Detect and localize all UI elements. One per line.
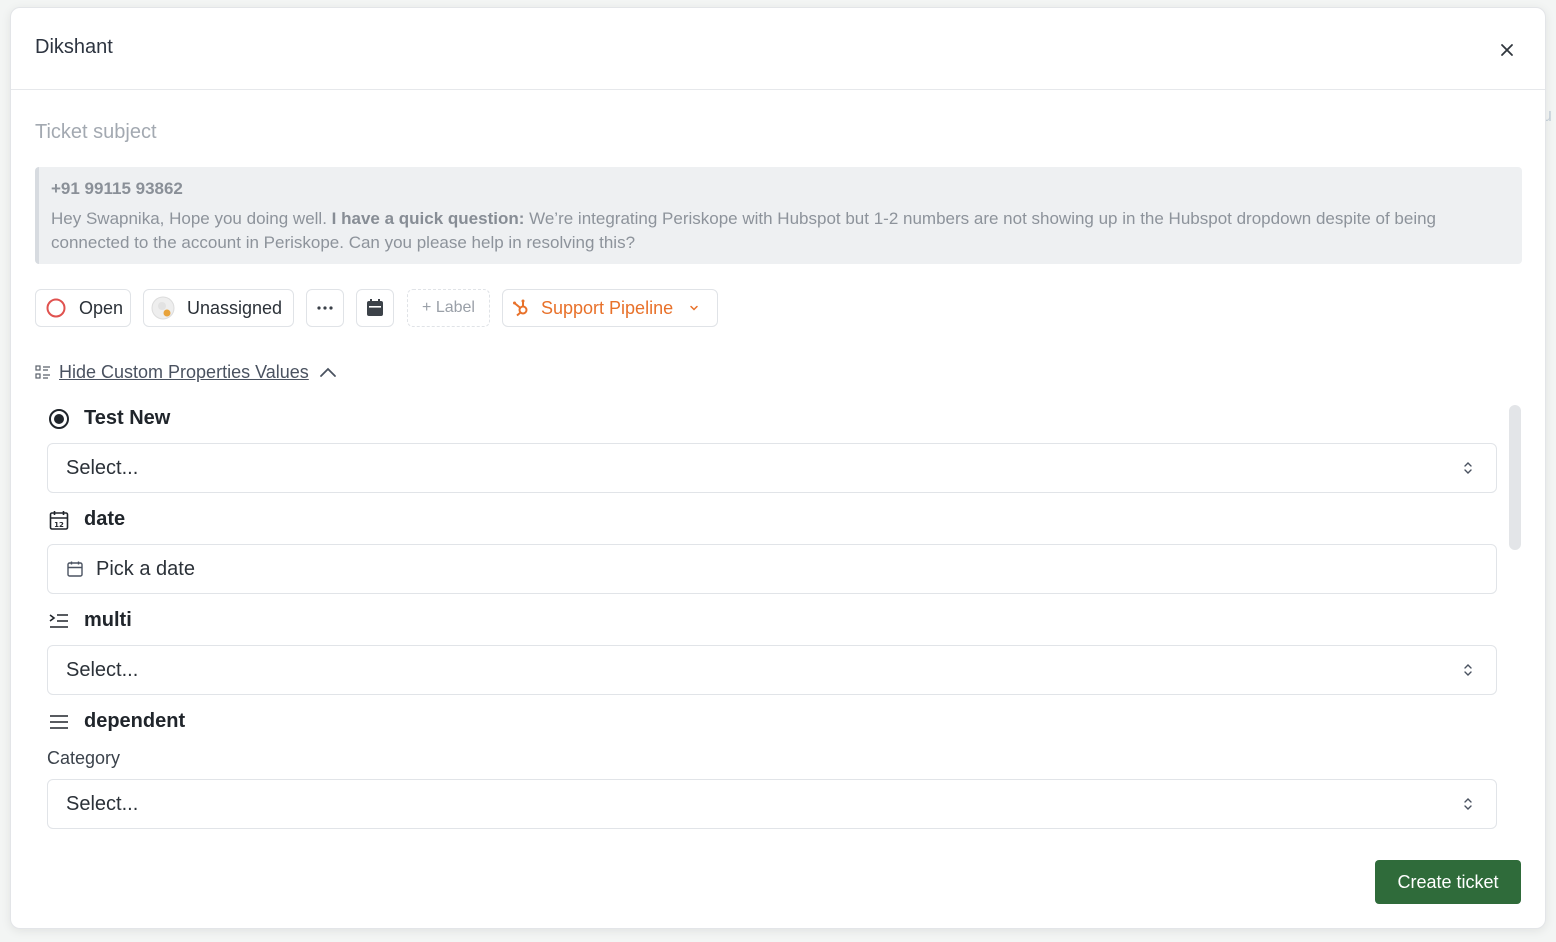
svg-text:12: 12	[54, 521, 64, 529]
field-label-dependent: dependent	[48, 710, 185, 733]
chevron-down-icon	[690, 305, 698, 311]
properties-scrollbar[interactable]	[1509, 405, 1521, 550]
select-placeholder: Select...	[66, 792, 139, 815]
add-label-button[interactable]: + Label	[407, 289, 490, 327]
field-name: Test New	[84, 407, 171, 429]
field-name: multi	[84, 609, 132, 631]
field-label-multi: multi	[48, 609, 132, 632]
status-open-icon	[46, 298, 66, 318]
message-text: Hey Swapnika, Hope you doing well.	[51, 209, 332, 228]
create-ticket-modal: Dikshant +91 99115 93862 Hey Swapnika, H…	[10, 7, 1546, 929]
status-button[interactable]: Open	[35, 289, 131, 327]
pipeline-dropdown[interactable]: Support Pipeline	[502, 289, 718, 327]
add-label-text: + Label	[422, 299, 475, 316]
message-phone: +91 99115 93862	[51, 179, 183, 198]
field-label-test-new: Test New	[48, 407, 170, 430]
field-name: dependent	[84, 710, 186, 732]
pipeline-label: Support Pipeline	[541, 297, 674, 318]
assignee-label: Unassigned	[187, 297, 283, 318]
select-placeholder: Select...	[66, 658, 139, 681]
custom-properties-link[interactable]: Hide Custom Properties Values	[59, 362, 309, 383]
close-button[interactable]	[1495, 38, 1519, 62]
message-bold: I have a quick question:	[331, 209, 525, 228]
hubspot-icon	[513, 299, 528, 317]
assignee-button[interactable]: Unassigned	[143, 289, 294, 327]
chevrons-up-down-icon	[1464, 664, 1472, 676]
field-name: date	[84, 508, 126, 530]
select-placeholder: Select...	[66, 456, 139, 479]
list-indent-icon	[48, 610, 70, 632]
calendar-12-icon: 12	[48, 509, 70, 531]
chevrons-up-down-icon	[1464, 462, 1472, 474]
modal-header: Dikshant	[11, 8, 1545, 90]
custom-properties-toggle[interactable]: Hide Custom Properties Values	[35, 360, 337, 384]
chevron-up-icon	[319, 367, 336, 377]
field-label-date: 12 date	[48, 508, 125, 531]
properties-list-icon	[35, 365, 50, 379]
avatar-icon	[151, 296, 175, 320]
create-ticket-button[interactable]: Create ticket	[1375, 860, 1521, 904]
ellipsis-icon	[317, 306, 333, 310]
close-icon	[1501, 44, 1513, 56]
calendar-icon	[67, 561, 83, 577]
category-select[interactable]: Select...	[47, 779, 1497, 829]
test-new-select[interactable]: Select...	[47, 443, 1497, 493]
message-body: Hey Swapnika, Hope you doing well. I hav…	[51, 207, 1508, 255]
radio-icon	[48, 408, 70, 430]
modal-title: Dikshant	[35, 36, 113, 58]
chevrons-up-down-icon	[1464, 798, 1472, 810]
calendar-icon	[367, 299, 383, 316]
multi-select[interactable]: Select...	[47, 645, 1497, 695]
date-placeholder: Pick a date	[96, 557, 195, 580]
date-picker[interactable]: Pick a date	[47, 544, 1497, 594]
ticket-subject-input[interactable]	[35, 121, 1515, 144]
more-options-button[interactable]	[306, 289, 344, 327]
due-date-button[interactable]	[356, 289, 394, 327]
category-label: Category	[47, 748, 121, 768]
quoted-message: +91 99115 93862 Hey Swapnika, Hope you d…	[35, 167, 1522, 264]
status-label: Open	[79, 297, 124, 318]
menu-lines-icon	[48, 711, 70, 733]
